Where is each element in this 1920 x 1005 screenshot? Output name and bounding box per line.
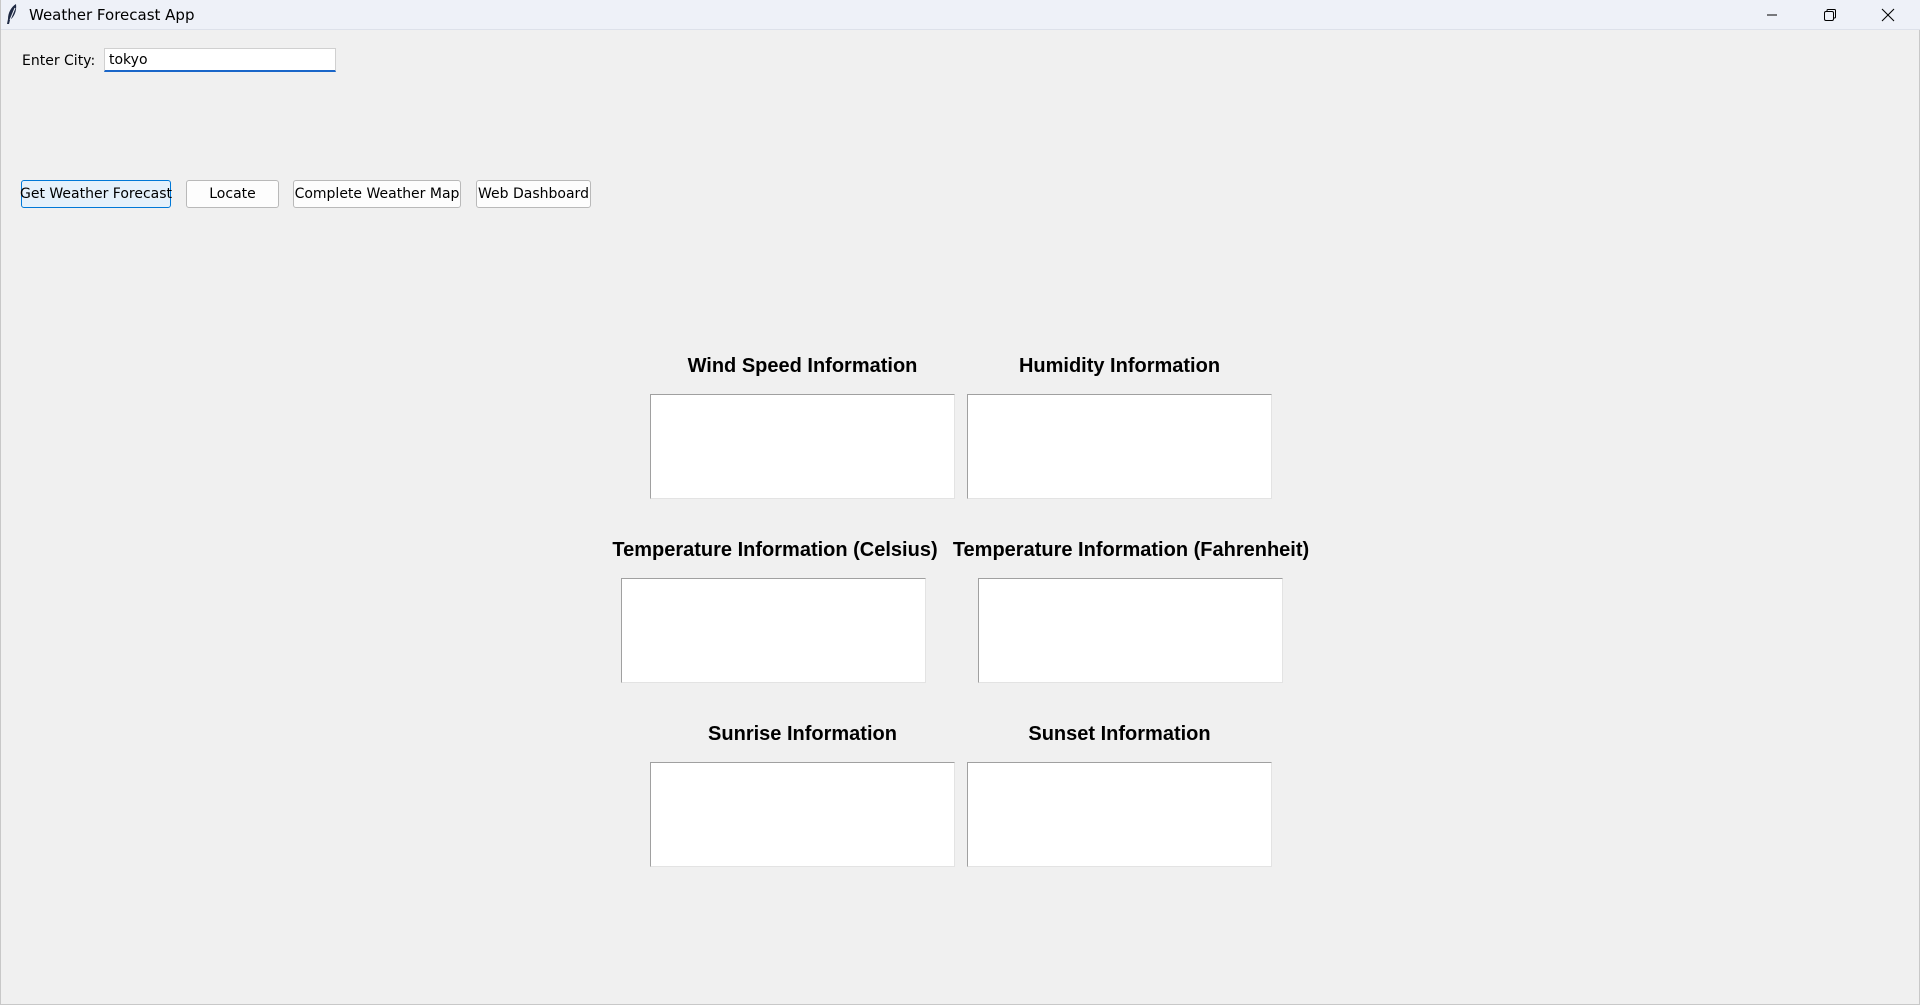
sunset-box	[967, 762, 1272, 867]
web-dashboard-button[interactable]: Web Dashboard	[476, 180, 591, 208]
window-title: Weather Forecast App	[29, 6, 195, 24]
locate-button[interactable]: Locate	[186, 180, 279, 208]
temperature-celsius-title: Temperature Information (Celsius)	[612, 539, 938, 561]
complete-weather-map-button[interactable]: Complete Weather Map	[293, 180, 461, 208]
temperature-celsius-box	[621, 578, 926, 683]
restore-icon	[1823, 8, 1837, 22]
title-bar: Weather Forecast App	[1, 0, 1920, 30]
humidity-title: Humidity Information	[1018, 355, 1221, 377]
wind-speed-box	[650, 394, 955, 499]
temperature-fahrenheit-title: Temperature Information (Fahrenheit)	[952, 539, 1310, 561]
get-weather-forecast-button[interactable]: Get Weather Forecast	[20, 180, 172, 208]
temperature-fahrenheit-box	[978, 578, 1283, 683]
app-window: Weather Forecast App Enter City: tokyo G…	[0, 0, 1920, 1005]
minimize-icon	[1766, 9, 1778, 21]
sunrise-title: Sunrise Information	[708, 723, 897, 745]
restore-button[interactable]	[1801, 0, 1859, 29]
close-icon	[1881, 8, 1895, 22]
wind-speed-title: Wind Speed Information	[687, 355, 918, 377]
minimize-button[interactable]	[1743, 0, 1801, 29]
sunset-title: Sunset Information	[1028, 723, 1211, 745]
humidity-box	[967, 394, 1272, 499]
feather-icon	[5, 3, 21, 25]
city-input[interactable]	[104, 48, 336, 72]
city-label: Enter City:	[22, 53, 96, 69]
close-button[interactable]	[1859, 0, 1917, 29]
sunrise-box	[650, 762, 955, 867]
